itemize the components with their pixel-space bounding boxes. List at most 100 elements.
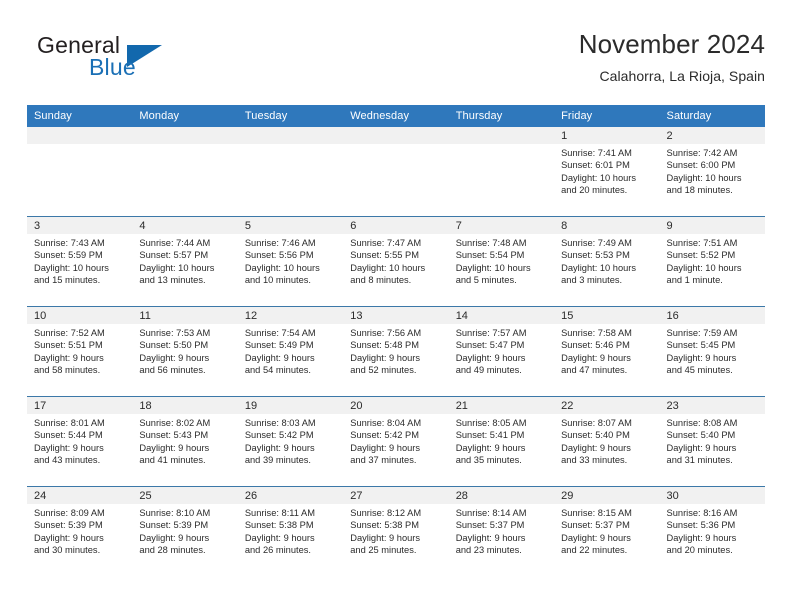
sunset-text: Sunset: 5:36 PM [666, 520, 736, 531]
day-sun-info: Sunrise: 7:53 AM Sunset: 5:50 PM Daylight:… [132, 324, 237, 377]
sunset-text: Sunset: 5:48 PM [350, 340, 419, 351]
day-cell-content: 10 Sunrise: 7:52 AM Sunset: 5:51 PM Dayligh… [27, 307, 133, 396]
calendar-day-cell[interactable]: 14 Sunrise: 7:57 AM Sunset: 5:47 PM Dayligh… [448, 306, 555, 397]
day-number: 14 [448, 307, 555, 324]
daylight-text-line1: Daylight: 10 hours [139, 262, 215, 273]
day-cell-content: 30 Sunrise: 8:16 AM Sunset: 5:36 PM Dayligh… [659, 487, 765, 576]
daylight-text-line2: and 3 minutes. [561, 275, 623, 286]
day-number: 20 [343, 397, 449, 414]
day-cell-content: 28 Sunrise: 8:14 AM Sunset: 5:37 PM Dayligh… [448, 487, 555, 576]
day-sun-info: Sunrise: 7:59 AM Sunset: 5:45 PM Daylight:… [660, 324, 765, 377]
calendar-day-cell[interactable]: 10 Sunrise: 7:52 AM Sunset: 5:51 PM Dayligh… [27, 306, 133, 397]
daylight-text-line1: Daylight: 9 hours [350, 352, 421, 363]
day-sun-info: Sunrise: 8:02 AM Sunset: 5:43 PM Daylight:… [132, 414, 237, 467]
calendar-cell-empty [237, 127, 344, 217]
brand-logo[interactable]: General Blue [27, 32, 227, 90]
calendar-day-cell[interactable]: 9 Sunrise: 7:51 AM Sunset: 5:52 PM Daylight… [659, 216, 765, 307]
day-number: 29 [554, 487, 660, 504]
calendar-day-cell[interactable]: 17 Sunrise: 8:01 AM Sunset: 5:44 PM Dayligh… [27, 396, 133, 487]
day-number: 26 [237, 487, 344, 504]
calendar-day-cell[interactable]: 27 Sunrise: 8:12 AM Sunset: 5:38 PM Dayligh… [343, 486, 449, 576]
day-cell-content: 13 Sunrise: 7:56 AM Sunset: 5:48 PM Dayligh… [343, 307, 449, 396]
day-sun-info: Sunrise: 8:01 AM Sunset: 5:44 PM Daylight:… [27, 414, 132, 467]
calendar-day-cell[interactable]: 29 Sunrise: 8:15 AM Sunset: 5:37 PM Dayligh… [554, 486, 660, 576]
daylight-text-line2: and 31 minutes. [666, 455, 733, 466]
sunset-text: Sunset: 5:45 PM [666, 340, 736, 351]
calendar-day-cell[interactable]: 20 Sunrise: 8:04 AM Sunset: 5:42 PM Dayligh… [343, 396, 449, 487]
day-cell-content: 19 Sunrise: 8:03 AM Sunset: 5:42 PM Dayligh… [237, 397, 344, 486]
calendar-day-cell[interactable]: 11 Sunrise: 7:53 AM Sunset: 5:50 PM Dayligh… [132, 306, 238, 397]
calendar-day-cell[interactable]: 2 Sunrise: 7:42 AM Sunset: 6:00 PM Daylight… [659, 127, 765, 217]
calendar-day-cell[interactable]: 23 Sunrise: 8:08 AM Sunset: 5:40 PM Dayligh… [659, 396, 765, 487]
calendar-day-cell[interactable]: 3 Sunrise: 7:43 AM Sunset: 5:59 PM Daylight… [27, 216, 133, 307]
day-sun-info: Sunrise: 8:05 AM Sunset: 5:41 PM Daylight:… [449, 414, 554, 467]
sunset-text: Sunset: 5:56 PM [244, 250, 314, 261]
calendar-day-cell[interactable]: 18 Sunrise: 8:02 AM Sunset: 5:43 PM Dayligh… [132, 396, 238, 487]
sunset-text: Sunset: 5:47 PM [455, 340, 525, 351]
weekday-header-monday: Monday [132, 105, 238, 127]
daylight-text-line1: Daylight: 9 hours [666, 442, 737, 453]
calendar-day-cell[interactable]: 28 Sunrise: 8:14 AM Sunset: 5:37 PM Dayligh… [448, 486, 555, 576]
day-sun-info: Sunrise: 7:46 AM Sunset: 5:56 PM Daylight:… [238, 234, 343, 287]
sunrise-text: Sunrise: 7:47 AM [350, 238, 422, 248]
day-number: 13 [343, 307, 449, 324]
day-sun-info: Sunrise: 8:16 AM Sunset: 5:36 PM Daylight:… [660, 504, 765, 557]
day-number: 27 [343, 487, 449, 504]
sunset-text: Sunset: 5:39 PM [34, 520, 103, 531]
calendar-week-row: 24 Sunrise: 8:09 AM Sunset: 5:39 PM Dayligh… [27, 486, 765, 576]
day-cell-content: 24 Sunrise: 8:09 AM Sunset: 5:39 PM Dayligh… [27, 487, 133, 576]
day-number [448, 127, 555, 144]
daylight-text-line1: Daylight: 9 hours [244, 352, 315, 363]
day-sun-info: Sunrise: 7:57 AM Sunset: 5:47 PM Daylight:… [449, 324, 554, 377]
day-number: 30 [659, 487, 765, 504]
calendar-day-cell[interactable]: 30 Sunrise: 8:16 AM Sunset: 5:36 PM Dayligh… [659, 486, 765, 576]
daylight-text-line1: Daylight: 9 hours [139, 352, 210, 363]
day-cell-content: 7 Sunrise: 7:48 AM Sunset: 5:54 PM Daylight… [448, 217, 555, 306]
daylight-text-line1: Daylight: 9 hours [139, 532, 210, 543]
calendar-day-cell[interactable]: 12 Sunrise: 7:54 AM Sunset: 5:49 PM Dayligh… [237, 306, 344, 397]
day-cell-content: 27 Sunrise: 8:12 AM Sunset: 5:38 PM Dayligh… [343, 487, 449, 576]
sunrise-text: Sunrise: 7:43 AM [34, 238, 105, 248]
calendar-day-cell[interactable]: 1 Sunrise: 7:41 AM Sunset: 6:01 PM Daylight… [554, 127, 660, 217]
daylight-text-line1: Daylight: 9 hours [350, 442, 421, 453]
daylight-text-line1: Daylight: 10 hours [455, 262, 531, 273]
calendar-day-cell[interactable]: 22 Sunrise: 8:07 AM Sunset: 5:40 PM Dayligh… [554, 396, 660, 487]
calendar-day-cell[interactable]: 5 Sunrise: 7:46 AM Sunset: 5:56 PM Daylight… [237, 216, 344, 307]
calendar-week-row: 3 Sunrise: 7:43 AM Sunset: 5:59 PM Daylight… [27, 216, 765, 307]
calendar-day-cell[interactable]: 8 Sunrise: 7:49 AM Sunset: 5:53 PM Daylight… [554, 216, 660, 307]
calendar-day-cell[interactable]: 16 Sunrise: 7:59 AM Sunset: 5:45 PM Dayligh… [659, 306, 765, 397]
daylight-text-line2: and 56 minutes. [139, 365, 206, 376]
sunset-text: Sunset: 5:37 PM [561, 520, 630, 531]
day-number: 24 [27, 487, 133, 504]
calendar-day-cell[interactable]: 21 Sunrise: 8:05 AM Sunset: 5:41 PM Dayligh… [448, 396, 555, 487]
sunset-text: Sunset: 5:41 PM [455, 430, 525, 441]
day-cell-content: 15 Sunrise: 7:58 AM Sunset: 5:46 PM Dayligh… [554, 307, 660, 396]
day-cell-content: 12 Sunrise: 7:54 AM Sunset: 5:49 PM Dayligh… [237, 307, 344, 396]
day-cell-content: 16 Sunrise: 7:59 AM Sunset: 5:45 PM Dayligh… [659, 307, 765, 396]
day-number: 6 [343, 217, 449, 234]
brand-name-blue: Blue [89, 54, 136, 80]
day-cell-content: 17 Sunrise: 8:01 AM Sunset: 5:44 PM Dayligh… [27, 397, 133, 486]
daylight-text-line1: Daylight: 9 hours [561, 442, 631, 453]
day-number: 10 [27, 307, 133, 324]
day-cell-content [237, 127, 344, 216]
sunrise-text: Sunrise: 8:09 AM [34, 508, 105, 518]
day-sun-info: Sunrise: 8:07 AM Sunset: 5:40 PM Daylight:… [554, 414, 659, 467]
sunrise-text: Sunrise: 8:14 AM [455, 508, 527, 518]
day-number: 9 [659, 217, 765, 234]
daylight-text-line1: Daylight: 9 hours [350, 532, 421, 543]
daylight-text-line2: and 28 minutes. [139, 545, 206, 556]
sunrise-text: Sunrise: 7:48 AM [455, 238, 527, 248]
calendar-day-cell[interactable]: 26 Sunrise: 8:11 AM Sunset: 5:38 PM Dayligh… [237, 486, 344, 576]
calendar-day-cell[interactable]: 7 Sunrise: 7:48 AM Sunset: 5:54 PM Daylight… [448, 216, 555, 307]
daylight-text-line2: and 41 minutes. [139, 455, 206, 466]
calendar-day-cell[interactable]: 4 Sunrise: 7:44 AM Sunset: 5:57 PM Daylight… [132, 216, 238, 307]
calendar-day-cell[interactable]: 24 Sunrise: 8:09 AM Sunset: 5:39 PM Dayligh… [27, 486, 133, 576]
day-sun-info: Sunrise: 7:58 AM Sunset: 5:46 PM Daylight:… [554, 324, 659, 377]
calendar-day-cell[interactable]: 25 Sunrise: 8:10 AM Sunset: 5:39 PM Dayligh… [132, 486, 238, 576]
calendar-day-cell[interactable]: 15 Sunrise: 7:58 AM Sunset: 5:46 PM Dayligh… [554, 306, 660, 397]
calendar-day-cell[interactable]: 13 Sunrise: 7:56 AM Sunset: 5:48 PM Dayligh… [343, 306, 449, 397]
calendar-day-cell[interactable]: 19 Sunrise: 8:03 AM Sunset: 5:42 PM Dayligh… [237, 396, 344, 487]
calendar-day-cell[interactable]: 6 Sunrise: 7:47 AM Sunset: 5:55 PM Daylight… [343, 216, 449, 307]
sunset-text: Sunset: 6:00 PM [666, 160, 736, 171]
